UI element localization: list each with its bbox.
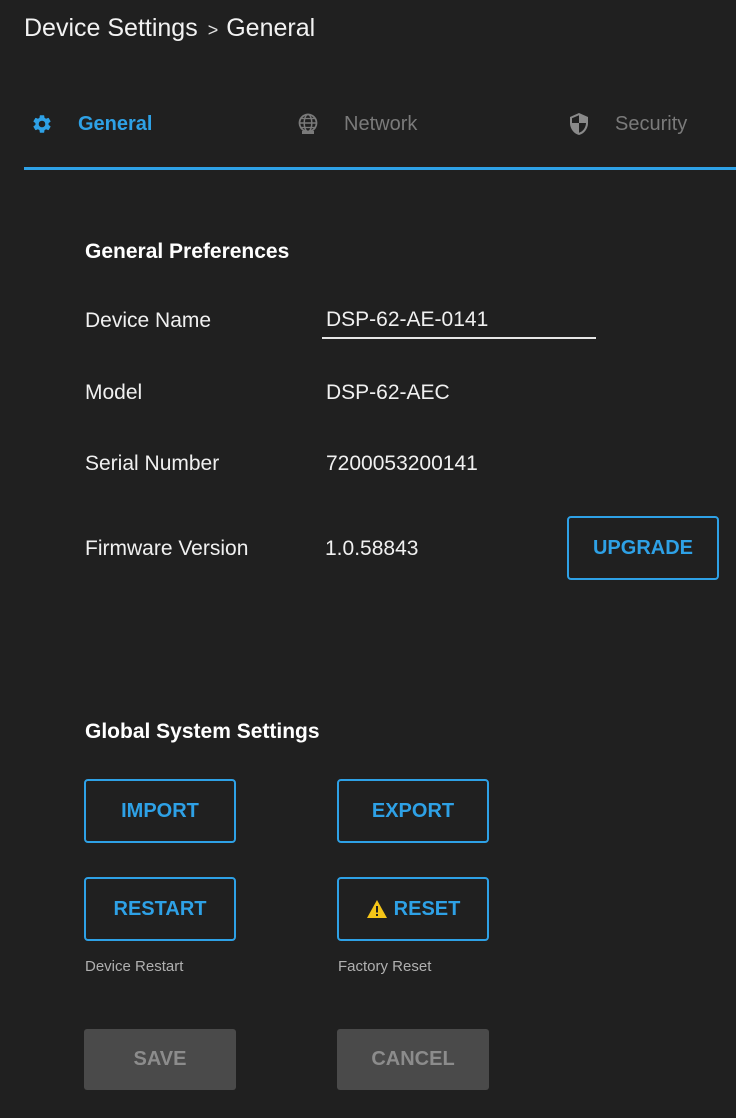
- breadcrumb-separator: >: [207, 20, 219, 40]
- reset-button-label: RESET: [393, 897, 461, 920]
- tab-network[interactable]: Network: [296, 100, 417, 148]
- breadcrumb-root[interactable]: Device Settings: [24, 14, 198, 42]
- import-button[interactable]: IMPORT: [84, 779, 236, 843]
- tab-security[interactable]: Security: [567, 100, 687, 148]
- restart-button-label: RESTART: [113, 897, 207, 920]
- serial-number-value: 7200053200141: [326, 452, 478, 475]
- export-button-label: EXPORT: [371, 799, 455, 822]
- tab-network-label: Network: [344, 112, 418, 135]
- tab-general-label: General: [78, 112, 153, 135]
- reset-caption: Factory Reset: [338, 958, 432, 975]
- serial-number-label: Serial Number: [85, 452, 220, 475]
- breadcrumb: Device Settings > General: [24, 14, 315, 43]
- model-label: Model: [85, 381, 143, 404]
- cancel-button-label: CANCEL: [371, 1048, 455, 1070]
- device-name-input[interactable]: [322, 303, 596, 339]
- upgrade-button[interactable]: UPGRADE: [567, 516, 719, 580]
- tab-general[interactable]: General: [30, 100, 152, 148]
- save-button[interactable]: SAVE: [84, 1029, 236, 1090]
- warning-icon: [366, 899, 388, 919]
- firmware-version-label: Firmware Version: [85, 537, 249, 560]
- active-tab-underline: [24, 167, 736, 170]
- shield-icon: [567, 112, 591, 136]
- device-name-label: Device Name: [85, 309, 212, 332]
- global-system-settings-title: Global System Settings: [85, 720, 320, 743]
- tab-bar: General Network Security: [0, 100, 736, 170]
- general-preferences-title: General Preferences: [85, 240, 290, 263]
- reset-button[interactable]: RESET: [337, 877, 489, 941]
- breadcrumb-current: General: [226, 14, 316, 42]
- tab-security-label: Security: [615, 112, 688, 135]
- restart-button[interactable]: RESTART: [84, 877, 236, 941]
- restart-caption: Device Restart: [85, 958, 184, 975]
- save-button-label: SAVE: [133, 1048, 187, 1070]
- import-button-label: IMPORT: [121, 799, 199, 822]
- upgrade-button-label: UPGRADE: [592, 536, 693, 559]
- globe-network-icon: [296, 112, 320, 136]
- gear-icon: [30, 112, 54, 136]
- cancel-button[interactable]: CANCEL: [337, 1029, 489, 1090]
- device-settings-panel: Device Settings > General General Networ…: [0, 0, 736, 1118]
- model-value: DSP-62-AEC: [326, 381, 450, 404]
- export-button[interactable]: EXPORT: [337, 779, 489, 843]
- firmware-version-value: 1.0.58843: [325, 537, 419, 560]
